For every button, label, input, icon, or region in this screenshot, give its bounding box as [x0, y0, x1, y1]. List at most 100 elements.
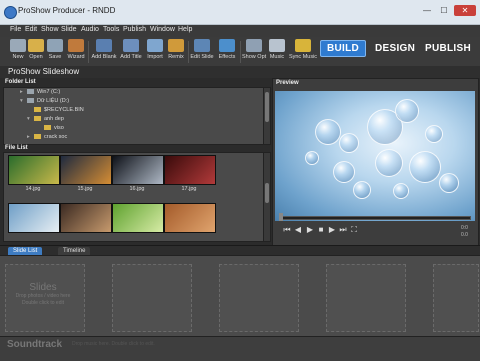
folder-icon — [44, 125, 51, 131]
file-thumbnail[interactable] — [112, 155, 164, 185]
soundtrack-hint: Drop music here. Double click to edit. — [72, 341, 155, 347]
slide-list-area[interactable]: Slides Drop photos / video here Double c… — [0, 255, 480, 336]
file-list-title: File List — [5, 145, 28, 151]
stop-icon[interactable]: ■ — [317, 226, 325, 234]
tree-item-anh-dep[interactable]: ▾ anh dep — [27, 116, 64, 122]
slide-hint-title: Slides — [29, 282, 57, 293]
bubble — [439, 173, 459, 193]
project-title: ProShow Slideshow — [8, 67, 80, 76]
new-button[interactable]: New — [9, 39, 27, 65]
preview-seekbar[interactable] — [281, 216, 471, 220]
menu-slide[interactable]: Slide — [61, 26, 77, 33]
bubble — [409, 151, 441, 183]
file-thumbnail[interactable] — [112, 203, 164, 233]
file-list-scrollbar[interactable] — [263, 153, 270, 241]
tab-slide-list[interactable]: Slide List — [8, 247, 43, 255]
scrollbar-thumb[interactable] — [265, 92, 269, 122]
menu-publish[interactable]: Publish — [123, 26, 146, 33]
folder-list-title: Folder List — [5, 79, 36, 85]
file-list-panel: 14.jpg 15.jpg 16.jpg 17.jpg — [3, 152, 271, 242]
maximize-button[interactable]: ☐ — [437, 5, 451, 16]
bubble — [375, 149, 403, 177]
save-icon — [47, 39, 63, 52]
toolbar-separator — [240, 41, 241, 63]
edit-slide-icon — [194, 39, 210, 52]
build-mode-button[interactable]: BUILD — [320, 40, 367, 57]
add-title-icon — [123, 39, 139, 52]
expand-arrow-icon[interactable]: ▸ — [27, 134, 32, 140]
tree-item-recycle-bin[interactable]: $RECYCLE.BIN — [27, 107, 84, 113]
menu-edit[interactable]: Edit — [25, 26, 37, 33]
slide-slot[interactable] — [326, 264, 406, 332]
import-icon — [147, 39, 163, 52]
tab-timeline[interactable]: Timeline — [58, 247, 91, 255]
wizard-button[interactable]: Wizard — [65, 39, 87, 65]
time-display: 0:0 — [461, 225, 468, 231]
slide-slot[interactable] — [219, 264, 299, 332]
tree-item-crack-soc[interactable]: ▸ crack soc — [27, 134, 67, 140]
skip-back-icon[interactable]: ⏮ — [283, 226, 291, 234]
menu-window[interactable]: Window — [150, 26, 175, 33]
show-options-button[interactable]: Show Opt — [242, 39, 266, 65]
rewind-icon[interactable]: ◀ — [294, 226, 302, 234]
file-name: 16.jpg — [129, 186, 145, 192]
effects-button[interactable]: Effects — [216, 39, 238, 65]
design-mode-button[interactable]: DESIGN — [375, 43, 415, 54]
minimize-button[interactable]: — — [420, 5, 434, 16]
bubble — [315, 119, 341, 145]
seekbar-thumb[interactable] — [279, 213, 283, 221]
tree-item-viso[interactable]: viso — [37, 125, 64, 131]
collapse-arrow-icon[interactable]: ▾ — [27, 116, 32, 122]
scrollbar-thumb[interactable] — [265, 183, 269, 203]
file-thumbnail[interactable] — [60, 203, 112, 233]
file-thumbnail[interactable] — [164, 203, 216, 233]
add-blank-button[interactable]: Add Blank — [90, 39, 118, 65]
folder-list-scrollbar[interactable] — [263, 88, 270, 144]
tree-item-win7[interactable]: ▸ Win7 (C:) — [20, 89, 60, 95]
play-icon[interactable]: ▶ — [306, 226, 314, 234]
slide-drop-hint: Slides Drop photos / video here Double c… — [8, 282, 78, 307]
skip-forward-icon[interactable]: ⏭ — [339, 226, 347, 234]
save-button[interactable]: Save — [46, 39, 64, 65]
menu-tools[interactable]: Tools — [103, 26, 119, 33]
folder-icon — [34, 107, 41, 113]
bubble — [395, 99, 419, 123]
menu-show[interactable]: Show — [41, 26, 59, 33]
remix-button[interactable]: Remix — [166, 39, 186, 65]
preview-title: Preview — [276, 80, 299, 86]
file-thumbnail[interactable] — [8, 155, 60, 185]
sync-music-button[interactable]: Sync Music — [288, 39, 318, 65]
add-blank-icon — [96, 39, 112, 52]
collapse-arrow-icon[interactable]: ▾ — [20, 98, 25, 104]
edit-slide-button[interactable]: Edit Slide — [190, 39, 214, 65]
file-thumbnail[interactable] — [8, 203, 60, 233]
menu-file[interactable]: File — [10, 26, 21, 33]
soundtrack-bar[interactable]: Soundtrack Drop music here. Double click… — [0, 336, 480, 361]
preview-panel: Preview ⏮ ◀ ▶ ■ ▶ ⏭ ⛶ 0:0 0.0 — [272, 78, 479, 246]
menu-help[interactable]: Help — [178, 26, 192, 33]
add-title-button[interactable]: Add Title — [118, 39, 144, 65]
forward-icon[interactable]: ▶ — [328, 226, 336, 234]
import-button[interactable]: Import — [145, 39, 165, 65]
music-button[interactable]: Music — [267, 39, 287, 65]
tree-item-data-drive[interactable]: ▾ Dữ LIỆU (D:) — [20, 98, 69, 104]
menu-audio[interactable]: Audio — [81, 26, 99, 33]
expand-arrow-icon[interactable]: ▸ — [20, 89, 25, 95]
open-button[interactable]: Open — [27, 39, 45, 65]
slide-slot[interactable] — [433, 264, 479, 332]
bubble — [305, 151, 319, 165]
app-icon — [4, 6, 17, 19]
close-button[interactable]: ✕ — [454, 5, 476, 16]
file-thumbnail[interactable] — [60, 155, 112, 185]
slide-hint-line: Drop photos / video here — [15, 293, 71, 299]
time-display: 0.0 — [461, 232, 468, 238]
folder-list-panel: ▸ Win7 (C:) ▾ Dữ LIỆU (D:) $RECYCLE.BIN ▾ a… — [3, 87, 271, 145]
slide-slot[interactable] — [112, 264, 192, 332]
fullscreen-icon[interactable]: ⛶ — [350, 226, 358, 234]
publish-mode-button[interactable]: PUBLISH — [425, 43, 471, 54]
window-title: ProShow Producer - RNDD — [18, 6, 116, 15]
sync-music-icon — [295, 39, 311, 52]
file-thumbnail[interactable] — [164, 155, 216, 185]
menu-bar: File Edit Show Slide Audio Tools Publish… — [0, 25, 480, 37]
bubble — [353, 181, 371, 199]
